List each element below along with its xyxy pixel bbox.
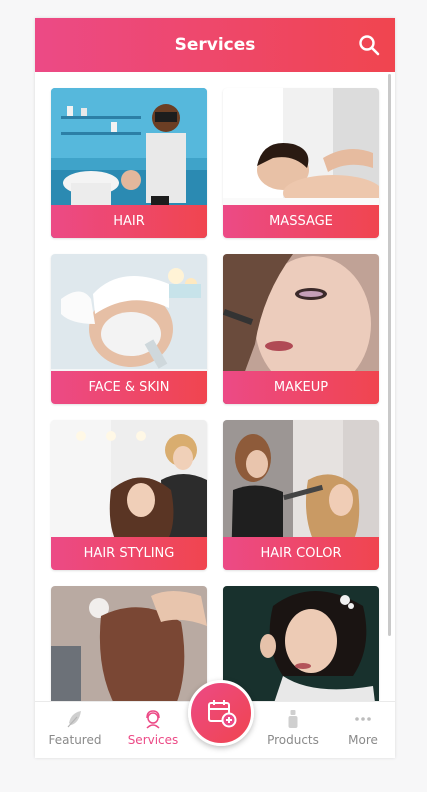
tab-products[interactable]: Products	[257, 702, 329, 758]
service-label: MAKEUP	[223, 371, 379, 404]
book-appointment-button[interactable]	[188, 680, 254, 746]
tab-featured[interactable]: Featured	[39, 702, 111, 758]
service-card-hair-color[interactable]: HAIR COLOR	[223, 420, 379, 570]
tab-label: More	[348, 733, 378, 747]
service-card-hair[interactable]: HAIR	[51, 88, 207, 238]
tab-label: Products	[267, 733, 319, 747]
service-card-makeup[interactable]: MAKEUP	[223, 254, 379, 404]
woman-face-icon	[146, 710, 160, 729]
tab-label: Services	[127, 733, 179, 747]
service-label: HAIR COLOR	[223, 537, 379, 570]
app-screen: Services HAIR MASSAGE FACE & SKIN MAKEUP…	[35, 18, 395, 758]
service-card-massage[interactable]: MASSAGE	[223, 88, 379, 238]
tab-services[interactable]: Services	[117, 702, 189, 758]
feather-icon	[67, 711, 81, 728]
service-card-face-skin[interactable]: FACE & SKIN	[51, 254, 207, 404]
service-card-hair-styling[interactable]: HAIR STYLING	[51, 420, 207, 570]
more-dots-icon	[355, 717, 371, 721]
calendar-add-icon	[208, 700, 237, 728]
scrollbar[interactable]	[388, 74, 391, 636]
app-header: Services	[35, 18, 395, 72]
service-label: HAIR	[51, 205, 207, 238]
service-label: FACE & SKIN	[51, 371, 207, 404]
tab-more[interactable]: More	[327, 702, 395, 758]
service-label: MASSAGE	[223, 205, 379, 238]
bottle-icon	[288, 710, 298, 728]
search-icon[interactable]	[357, 33, 381, 57]
page-title: Services	[174, 35, 256, 55]
tab-label: Featured	[48, 733, 102, 747]
service-label: HAIR STYLING	[51, 537, 207, 570]
